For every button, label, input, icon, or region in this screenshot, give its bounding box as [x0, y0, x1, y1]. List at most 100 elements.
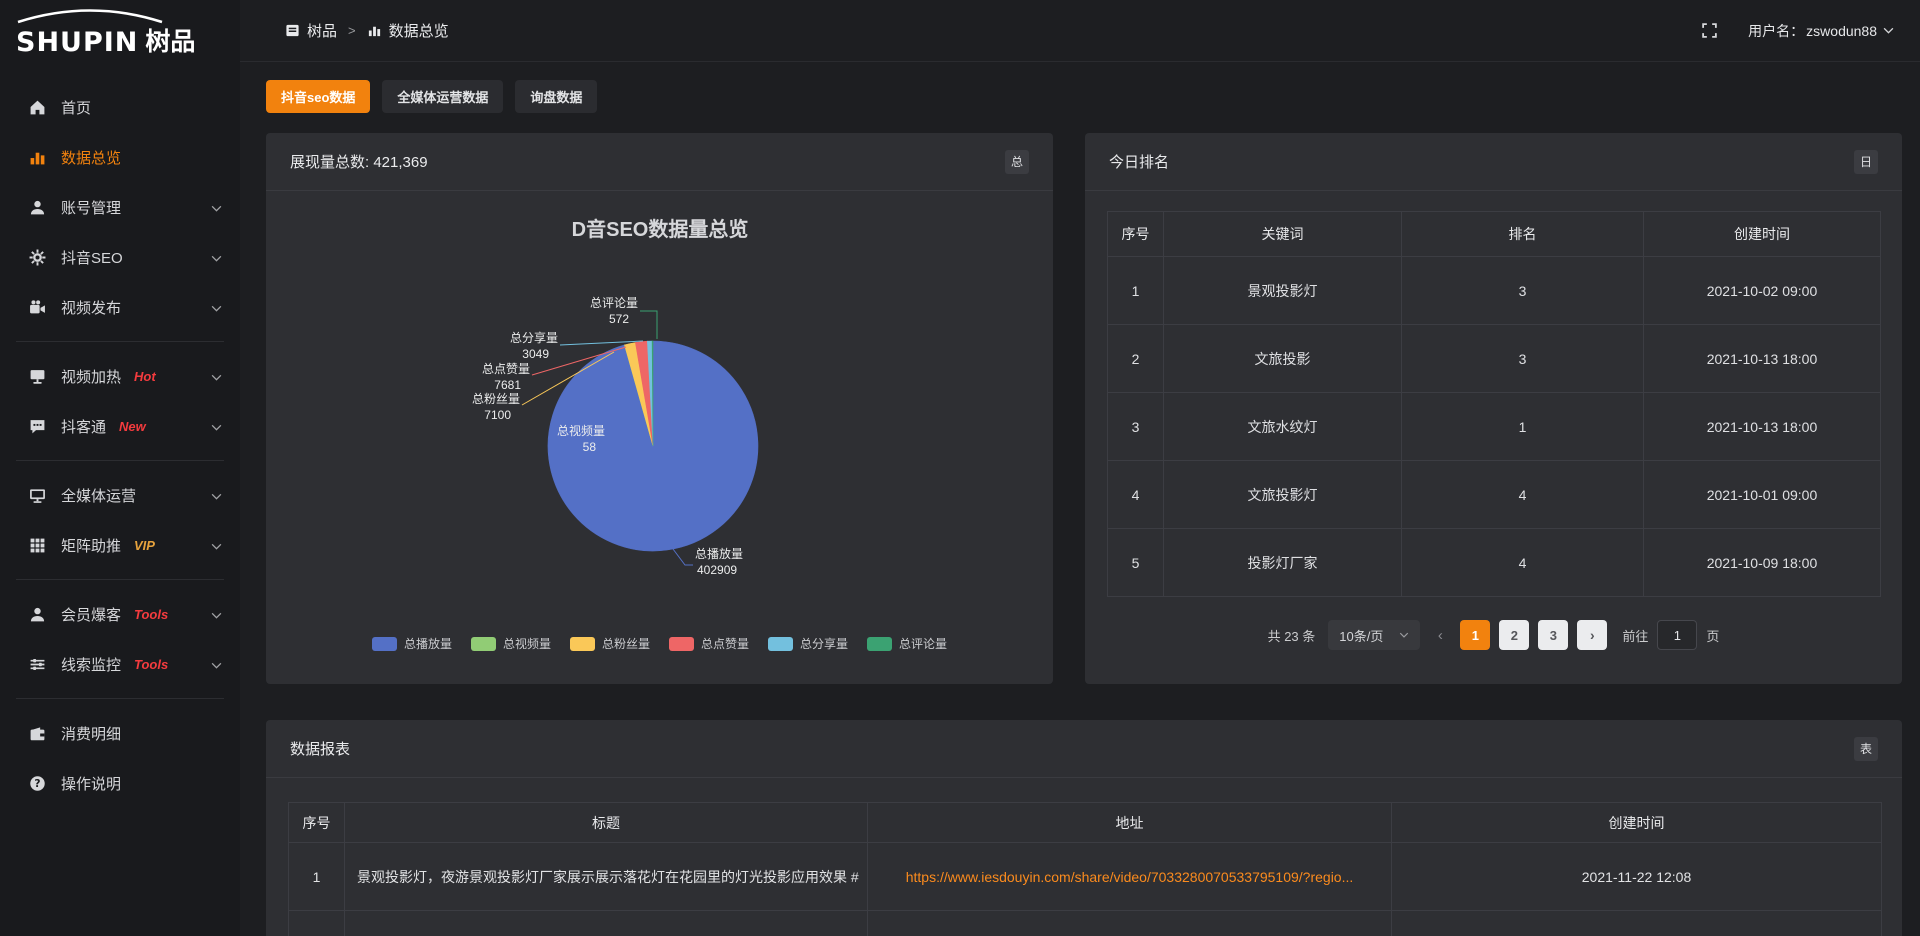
chevron-down-icon	[1883, 27, 1894, 34]
bar-chart-icon	[367, 23, 382, 38]
sidebar-item-10[interactable]: 矩阵助推VIP	[0, 520, 240, 570]
table-cell: 2021-10-09 18:00	[1644, 529, 1881, 597]
table-cell: 1	[1402, 393, 1644, 461]
legend-item-总分享量[interactable]: 总分享量	[768, 635, 848, 652]
column-header: 序号	[1108, 212, 1164, 257]
video-link[interactable]: https://www.iesdouyin.com/share/video/70…	[906, 869, 1354, 885]
sidebar-item-label: 会员爆客	[61, 604, 121, 625]
tab-0[interactable]: 抖音seo数据	[266, 80, 370, 113]
sidebar-item-label: 视频发布	[61, 297, 121, 318]
table-cell: 2021-10-13 18:00	[1644, 325, 1881, 393]
sidebar-item-2[interactable]: 账号管理	[0, 182, 240, 232]
pie-label-name: 总分享量	[510, 330, 558, 345]
sidebar-item-0[interactable]: 首页	[0, 82, 240, 132]
question-icon: ?	[28, 774, 46, 792]
legend-item-总播放量[interactable]: 总播放量	[372, 635, 452, 652]
table-row: 3文旅水纹灯12021-10-13 18:00	[1108, 393, 1881, 461]
sidebar-menu: 首页数据总览账号管理抖音SEO 视频发布视频加热Hot抖客通New 全媒体运营矩阵助…	[0, 82, 240, 808]
sidebar-item-badge: New	[119, 419, 146, 434]
page-button-3[interactable]: 3	[1538, 620, 1568, 650]
tab-1[interactable]: 全媒体运营数据	[382, 80, 503, 113]
page-size-select[interactable]: 10条/页	[1328, 620, 1420, 650]
legend-item-总粉丝量[interactable]: 总粉丝量	[570, 635, 650, 652]
table-cell: 1	[289, 843, 345, 911]
table-row	[289, 911, 1882, 936]
pie-chart-svg: D音SEO数据量总览总播放量402909总视频量58总粉丝量7100总点赞量76…	[266, 191, 1053, 683]
bar-chart-icon	[28, 148, 46, 166]
table-cell: 2021-10-01 09:00	[1644, 461, 1881, 529]
ranking-badge-button[interactable]: 日	[1854, 150, 1878, 174]
logo-text-cn: 树品	[145, 22, 195, 58]
prev-page-button[interactable]: ‹	[1429, 620, 1451, 650]
sidebar-item-label: 视频加热	[61, 366, 121, 387]
sidebar-item-label: 消费明细	[61, 723, 121, 744]
table-cell	[868, 911, 1392, 936]
report-table-header-row: 序号标题地址创建时间	[289, 803, 1882, 843]
report-panel: 数据报表 表 序号标题地址创建时间 1景观投影灯，夜游景观投影灯厂家展示展示落花…	[266, 720, 1902, 936]
sidebar-item-4[interactable]: 视频发布	[0, 282, 240, 332]
pie-label-value: 58	[583, 440, 597, 454]
report-badge-button[interactable]: 表	[1854, 737, 1878, 761]
legend-swatch	[669, 637, 694, 651]
table-cell	[1392, 911, 1882, 936]
sidebar-item-3[interactable]: 抖音SEO	[0, 232, 240, 282]
breadcrumb-label: 树品	[307, 20, 337, 41]
pie-label-name: 总播放量	[695, 546, 743, 561]
username-value: zswodun88	[1806, 23, 1877, 39]
legend-label: 总分享量	[800, 635, 848, 652]
legend-item-总点赞量[interactable]: 总点赞量	[669, 635, 749, 652]
legend-label: 总评论量	[899, 635, 947, 652]
legend-label: 总点赞量	[701, 635, 749, 652]
column-header: 标题	[345, 803, 868, 843]
legend-label: 总视频量	[503, 635, 551, 652]
overview-badge-button[interactable]: 总	[1005, 150, 1029, 174]
pie-label-value: 7681	[494, 378, 521, 392]
chevron-down-icon	[211, 537, 222, 554]
table-cell: 4	[1108, 461, 1164, 529]
page-button-1[interactable]: 1	[1460, 620, 1490, 650]
table-row: 4文旅投影灯42021-10-01 09:00	[1108, 461, 1881, 529]
table-cell: 4	[1402, 529, 1644, 597]
fullscreen-icon[interactable]	[1701, 22, 1718, 39]
sidebar-item-16[interactable]: ?操作说明	[0, 758, 240, 808]
goto-page-input[interactable]: 1	[1657, 620, 1697, 650]
chart-legend: 总播放量 总视频量 总粉丝量 总点赞量 总分享量 总评论量	[266, 635, 1053, 652]
sidebar-item-15[interactable]: 消费明细	[0, 708, 240, 758]
label-leader-line	[640, 311, 657, 339]
next-page-button[interactable]: ›	[1577, 620, 1607, 650]
legend-label: 总粉丝量	[602, 635, 650, 652]
column-header: 创建时间	[1644, 212, 1881, 257]
sidebar: SHUPIN 树品 首页数据总览账号管理抖音SEO视频发布视频加热Hot抖客通N…	[0, 0, 240, 936]
logo-arc-icon	[14, 8, 166, 24]
table-cell: 景观投影灯，夜游景观投影灯厂家展示展示落花灯在花园里的灯光投影应用效果 #	[345, 843, 868, 911]
username-menu[interactable]: 用户名：zswodun88	[1748, 21, 1894, 41]
sidebar-item-9[interactable]: 全媒体运营	[0, 470, 240, 520]
legend-swatch	[372, 637, 397, 651]
menu-divider	[16, 460, 224, 461]
sidebar-item-1[interactable]: 数据总览	[0, 132, 240, 182]
legend-swatch	[471, 637, 496, 651]
sidebar-item-6[interactable]: 视频加热Hot	[0, 351, 240, 401]
sidebar-item-12[interactable]: 会员爆客Tools	[0, 589, 240, 639]
legend-item-总评论量[interactable]: 总评论量	[867, 635, 947, 652]
pie-chart: D音SEO数据量总览总播放量402909总视频量58总粉丝量7100总点赞量76…	[266, 191, 1053, 683]
sidebar-item-label: 线索监控	[61, 654, 121, 675]
breadcrumb-item-current[interactable]: 数据总览	[367, 20, 449, 41]
page-button-2[interactable]: 2	[1499, 620, 1529, 650]
sidebar-item-13[interactable]: 线索监控Tools	[0, 639, 240, 689]
table-cell: https://www.iesdouyin.com/share/video/70…	[868, 843, 1392, 911]
home-icon	[28, 98, 46, 116]
report-panel-header: 数据报表 表	[266, 720, 1902, 778]
breadcrumb-separator: >	[348, 23, 356, 38]
sidebar-item-7[interactable]: 抖客通New	[0, 401, 240, 451]
tab-2[interactable]: 询盘数据	[515, 80, 597, 113]
column-header: 序号	[289, 803, 345, 843]
breadcrumb-item-home[interactable]: 树品	[285, 20, 337, 41]
legend-swatch	[867, 637, 892, 651]
username-label: 用户名：	[1748, 21, 1804, 41]
legend-item-总视频量[interactable]: 总视频量	[471, 635, 551, 652]
table-row: 2文旅投影32021-10-13 18:00	[1108, 325, 1881, 393]
table-cell: 2	[1108, 325, 1164, 393]
report-icon	[285, 23, 300, 38]
ranking-table: 序号关键词排名创建时间 1景观投影灯32021-10-02 09:002文旅投影…	[1107, 211, 1881, 597]
